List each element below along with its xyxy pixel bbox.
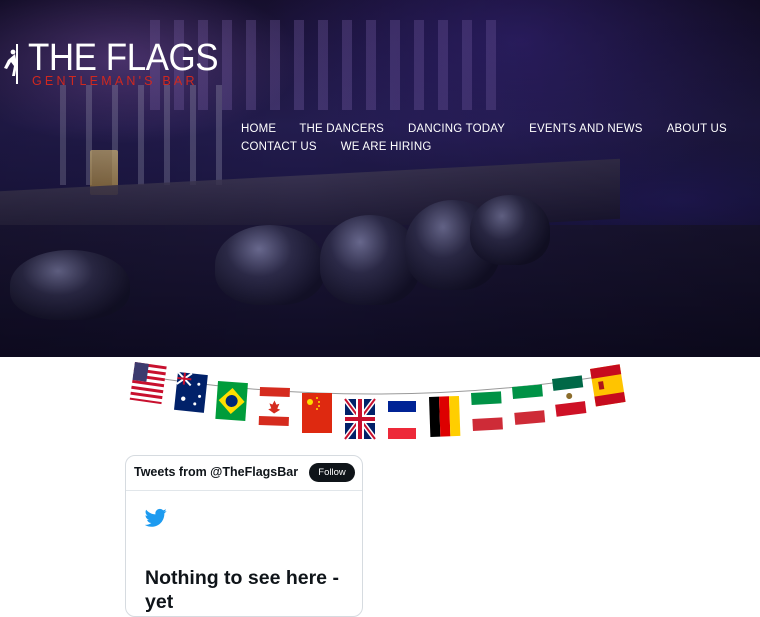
main-nav: HOME THE DANCERS DANCING TODAY EVENTS AN… [241,121,727,157]
nav-item-dancing-today[interactable]: DANCING TODAY [408,121,505,139]
nav-row-2: CONTACT US WE ARE HIRING [241,139,681,157]
spain-flag [590,364,626,407]
australia-flag [174,371,208,413]
pole-dancer-icon [4,44,18,84]
united-states-flag [129,362,167,405]
twitter-bird-icon [145,508,167,527]
italy-flag [471,391,503,431]
united-kingdom-flag [343,397,377,441]
hero-banner: THE FLAGS GENTLEMAN'S BAR HOME THE DANCE… [0,0,760,357]
nav-item-events-and-news[interactable]: EVENTS AND NEWS [529,121,643,139]
brazil-flag [215,381,248,422]
china-flag [302,393,332,433]
canada-flag [258,387,290,427]
twitter-widget-title[interactable]: Tweets from @TheFlagsBar [134,465,298,479]
twitter-timeline-widget: Tweets from @TheFlagsBar Follow Nothing … [125,455,363,617]
follow-button[interactable]: Follow [309,463,355,482]
france-flag [388,401,416,439]
flag-bunting [129,362,626,441]
brand-subtitle: GENTLEMAN'S BAR [32,74,198,88]
twitter-widget-header: Tweets from @TheFlagsBar Follow [126,456,362,491]
italy-flag [511,384,546,425]
nav-item-the-dancers[interactable]: THE DANCERS [299,121,384,139]
nav-item-contact-us[interactable]: CONTACT US [241,139,317,157]
germany-flag [429,395,461,437]
empty-timeline-message: Nothing to see here - yet [145,567,339,613]
nav-item-about-us[interactable]: ABOUT US [667,121,727,139]
mexico-flag [552,375,587,417]
brand-title: THE FLAGS [28,37,219,79]
nav-item-home[interactable]: HOME [241,121,276,139]
nav-item-we-are-hiring[interactable]: WE ARE HIRING [341,139,432,157]
nav-row-1: HOME THE DANCERS DANCING TODAY EVENTS AN… [241,121,727,139]
site-logo[interactable]: THE FLAGS GENTLEMAN'S BAR [0,37,230,95]
